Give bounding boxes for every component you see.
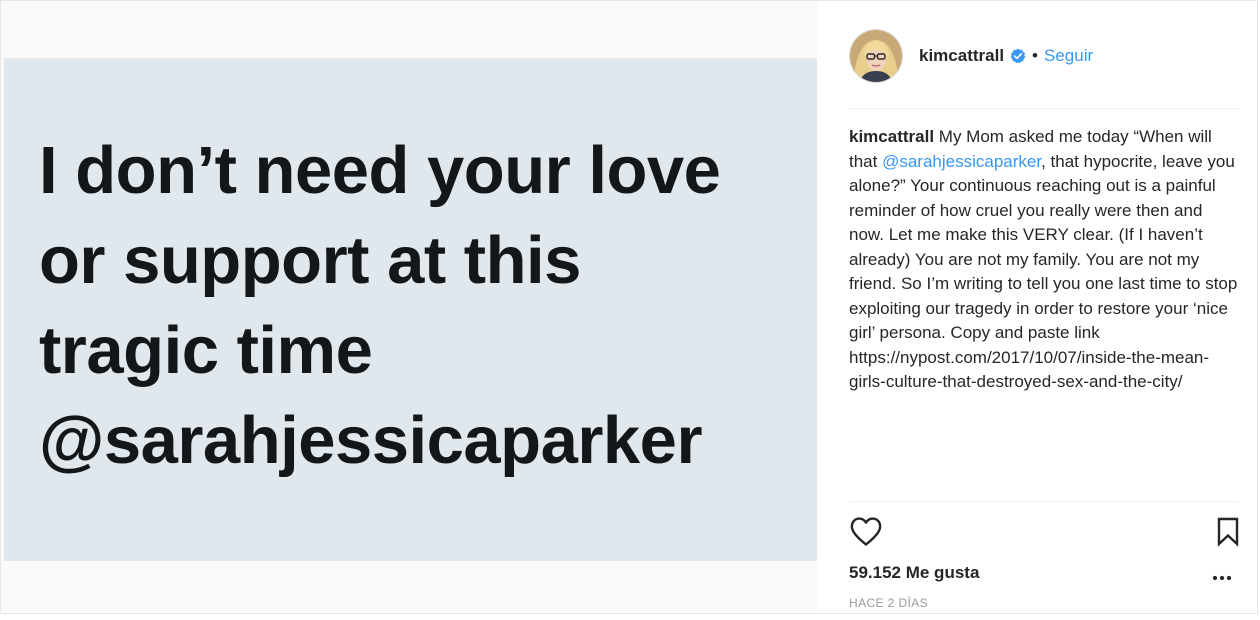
post-actions bbox=[849, 513, 1241, 553]
follow-button[interactable]: Seguir bbox=[1044, 46, 1093, 66]
avatar-image bbox=[850, 30, 902, 82]
post-header: kimcattrall • Seguir bbox=[849, 28, 1239, 84]
caption-username[interactable]: kimcattrall bbox=[849, 127, 934, 146]
post-sidebar: kimcattrall • Seguir kimcattrall My Mom … bbox=[817, 1, 1257, 613]
instagram-post: I don’t need your love or support at thi… bbox=[0, 0, 1258, 614]
quote-text: I don’t need your love or support at thi… bbox=[39, 133, 721, 478]
post-caption: kimcattrall My Mom asked me today “When … bbox=[849, 125, 1241, 395]
header-username[interactable]: kimcattrall bbox=[919, 46, 1004, 66]
header-divider bbox=[849, 108, 1239, 109]
header-separator: • bbox=[1032, 46, 1038, 65]
caption-mention-link[interactable]: @sarahjessicaparker bbox=[882, 152, 1041, 171]
actions-divider bbox=[849, 501, 1239, 502]
post-timestamp[interactable]: HACE 2 DÍAS bbox=[849, 596, 928, 610]
post-media: I don’t need your love or support at thi… bbox=[1, 1, 817, 613]
caption-text-end: , that hypocrite, leave you alone?” Your… bbox=[849, 151, 1238, 392]
heart-icon[interactable] bbox=[849, 515, 883, 549]
quote-image: I don’t need your love or support at thi… bbox=[4, 58, 817, 561]
likes-count[interactable]: 59.152 Me gusta bbox=[849, 563, 979, 583]
more-options-icon[interactable] bbox=[1211, 567, 1233, 589]
avatar[interactable] bbox=[849, 29, 903, 83]
bookmark-icon[interactable] bbox=[1215, 517, 1241, 547]
verified-badge-icon bbox=[1010, 48, 1026, 64]
